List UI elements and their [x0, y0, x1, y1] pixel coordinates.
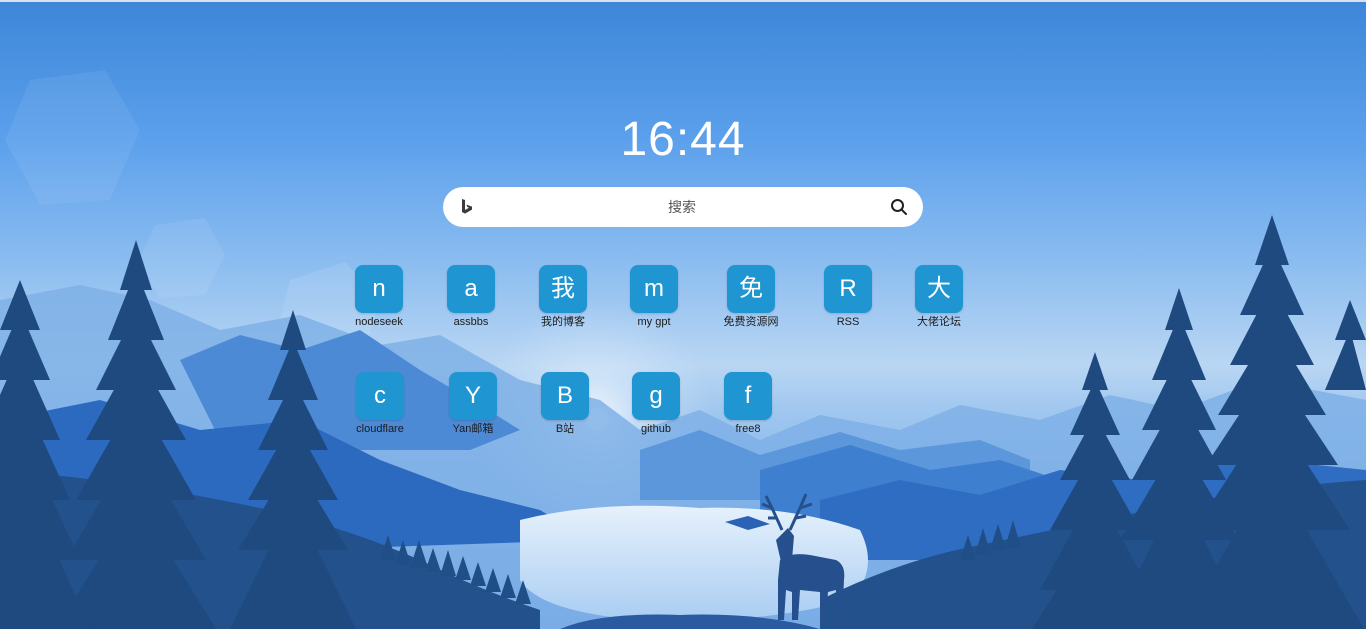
shortcut-label: github — [641, 423, 671, 435]
shortcut-label: nodeseek — [355, 316, 403, 328]
shortcut-tile: Y — [449, 372, 497, 420]
shortcut-label: my gpt — [637, 316, 671, 328]
new-tab-page: 16:44 n nodeseek a assbbs 我 我的博客 m my gp… — [0, 0, 1366, 629]
shortcut-label: Yan邮箱 — [452, 423, 494, 435]
bing-icon[interactable] — [457, 197, 477, 217]
shortcut-tile: 大 — [915, 265, 963, 313]
shortcut-tile: f — [724, 372, 772, 420]
clock: 16:44 — [620, 113, 746, 166]
shortcut-assbbs[interactable]: a assbbs — [426, 265, 516, 329]
shortcut-bilibili[interactable]: B B站 — [520, 372, 610, 436]
search-bar[interactable] — [443, 187, 923, 227]
shortcut-nodeseek[interactable]: n nodeseek — [334, 265, 424, 329]
shortcut-tile: g — [632, 372, 680, 420]
shortcut-forum[interactable]: 大 大佬论坛 — [894, 265, 984, 329]
shortcut-tile: a — [447, 265, 495, 313]
shortcut-tile: R — [824, 265, 872, 313]
shortcut-tile: c — [356, 372, 404, 420]
search-icon[interactable] — [889, 197, 909, 217]
shortcut-tile: 我 — [539, 265, 587, 313]
shortcut-rss[interactable]: R RSS — [803, 265, 893, 329]
search-input[interactable] — [487, 187, 877, 227]
shortcut-yan-mail[interactable]: Y Yan邮箱 — [428, 372, 518, 436]
shortcut-my-blog[interactable]: 我 我的博客 — [518, 265, 608, 329]
shortcut-free-resources[interactable]: 免 免费资源网 — [706, 265, 796, 329]
shortcut-cloudflare[interactable]: c cloudflare — [335, 372, 425, 436]
shortcut-tile: m — [630, 265, 678, 313]
shortcut-tile: n — [355, 265, 403, 313]
shortcut-tile: 免 — [727, 265, 775, 313]
shortcut-github[interactable]: g github — [611, 372, 701, 436]
shortcut-tile: B — [541, 372, 589, 420]
shortcut-label: B站 — [555, 423, 575, 435]
shortcut-label: cloudflare — [356, 423, 404, 435]
shortcut-my-gpt[interactable]: m my gpt — [609, 265, 699, 329]
shortcut-label: 我的博客 — [541, 316, 585, 328]
shortcut-label: free8 — [735, 423, 761, 435]
shortcut-label: 大佬论坛 — [917, 316, 961, 328]
shortcut-label: RSS — [836, 316, 860, 328]
shortcut-label: 免费资源网 — [723, 316, 779, 328]
shortcut-free8[interactable]: f free8 — [703, 372, 793, 436]
shortcut-label: assbbs — [453, 316, 489, 328]
